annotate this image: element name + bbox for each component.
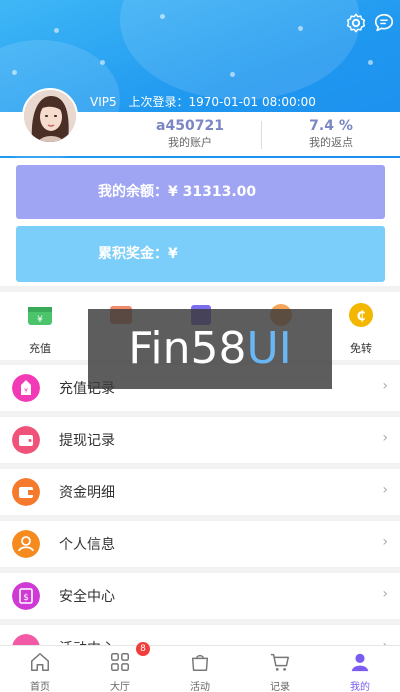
- menu-label: 资金明细: [59, 485, 115, 501]
- chevron-right-icon: ›: [382, 482, 388, 498]
- svg-text:₵: ₵: [356, 309, 365, 324]
- menu-label: 个人信息: [59, 537, 115, 553]
- tab-activity[interactable]: 活动: [160, 646, 240, 692]
- hall-badge: 8: [136, 642, 150, 656]
- svg-text:¥: ¥: [24, 388, 28, 395]
- tab-label: 大厅: [110, 682, 130, 692]
- menu-label: 提现记录: [59, 433, 115, 449]
- tab-record[interactable]: 记录: [240, 646, 320, 692]
- security-icon: $: [12, 582, 40, 610]
- rebate-value: 7.4 %: [309, 118, 353, 134]
- rebate-stat[interactable]: 7.4 % 我的返点: [266, 118, 396, 150]
- vip-login-line: VIP5 上次登录：1970-01-01 08:00:00: [90, 93, 324, 110]
- bonus-box[interactable]: 累积奖金：¥: [16, 226, 385, 282]
- activity-bag-icon: [191, 654, 209, 671]
- rebate-label: 我的返点: [309, 136, 353, 149]
- last-login-time: 上次登录：1970-01-01 08:00:00: [128, 95, 316, 109]
- account-stat[interactable]: a450721 我的账户: [125, 118, 255, 150]
- fund-detail-icon: [12, 478, 40, 506]
- tab-label: 活动: [190, 682, 210, 692]
- recharge-icon: ¥: [28, 307, 52, 325]
- action-label: 充值: [29, 342, 51, 355]
- chevron-right-icon: ›: [382, 430, 388, 446]
- vip-level: VIP5: [90, 95, 117, 109]
- cart-icon: [270, 653, 289, 671]
- header-dot: [54, 28, 59, 33]
- menu-item-personal-info[interactable]: 个人信息 ›: [0, 521, 400, 567]
- watermark-main: Fin58: [128, 323, 247, 374]
- balance-box[interactable]: 我的余额：¥ 31313.00: [16, 165, 385, 219]
- svg-text:$: $: [23, 593, 29, 603]
- header-dot: [298, 26, 303, 31]
- tab-home[interactable]: 首页: [0, 646, 80, 692]
- header-dot: [230, 72, 235, 77]
- tab-label: 我的: [350, 682, 370, 692]
- chevron-right-icon: ›: [382, 534, 388, 550]
- tab-bar: 首页 大厅 活动 记录 我的: [0, 645, 400, 692]
- header-dot: [12, 70, 17, 75]
- settings-icon[interactable]: [345, 12, 367, 34]
- tab-label: 首页: [30, 682, 50, 692]
- recharge-record-icon: ¥: [12, 374, 40, 402]
- action-free-transfer[interactable]: ₵ 免转: [331, 302, 391, 356]
- home-icon: [31, 653, 49, 671]
- user-icon: [351, 653, 369, 672]
- header-dot: [100, 60, 105, 65]
- menu-item-security[interactable]: $ 安全中心 ›: [0, 573, 400, 619]
- free-transfer-icon: ₵: [349, 303, 373, 327]
- message-icon[interactable]: [373, 12, 395, 34]
- svg-text:¥: ¥: [37, 315, 43, 325]
- chevron-right-icon: ›: [382, 586, 388, 602]
- tab-label: 记录: [270, 682, 290, 692]
- avatar[interactable]: [22, 88, 78, 144]
- hall-icon: [111, 653, 129, 671]
- menu-item-withdraw-record[interactable]: 提现记录 ›: [0, 417, 400, 463]
- account-label: 我的账户: [168, 136, 212, 149]
- tab-mine[interactable]: 我的: [320, 646, 400, 692]
- watermark: Fin58UI: [88, 309, 332, 389]
- stat-divider: [261, 121, 262, 149]
- action-recharge[interactable]: ¥ 充值: [10, 302, 70, 356]
- header-dot: [368, 60, 373, 65]
- menu-label: 安全中心: [59, 589, 115, 605]
- menu-item-fund-detail[interactable]: 资金明细 ›: [0, 469, 400, 515]
- chevron-right-icon: ›: [382, 378, 388, 394]
- watermark-accent: UI: [246, 323, 292, 374]
- account-value: a450721: [156, 118, 224, 134]
- action-label: 免转: [350, 342, 372, 355]
- withdraw-record-icon: [12, 426, 40, 454]
- header-dot: [160, 14, 165, 19]
- personal-info-icon: [12, 530, 40, 558]
- header-decoration: [120, 0, 360, 100]
